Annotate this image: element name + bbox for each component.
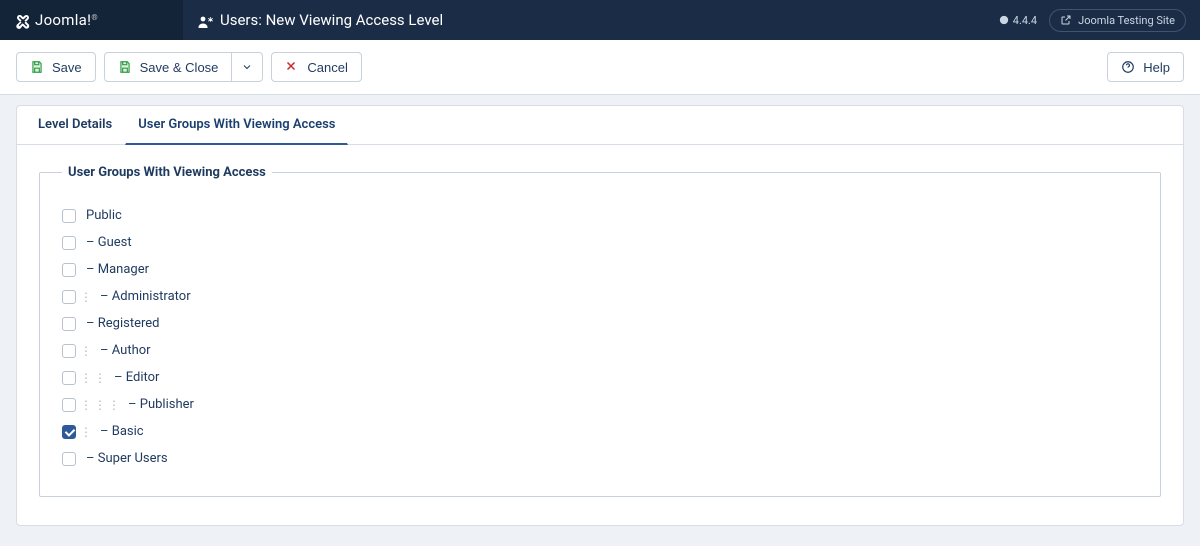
user-groups-fieldset: User Groups With Viewing Access Public – …	[39, 165, 1161, 497]
group-label: – Manager	[80, 262, 149, 277]
tab-panel-user-groups: User Groups With Viewing Access Public – …	[17, 145, 1183, 525]
group-label: Public	[80, 208, 122, 223]
group-label: – Registered	[80, 316, 160, 331]
external-link-icon	[1060, 14, 1072, 26]
group-label: – Super Users	[80, 451, 168, 466]
group-label: – Editor	[108, 370, 159, 385]
save-icon	[30, 60, 44, 74]
save-close-label: Save & Close	[140, 60, 219, 75]
group-checkbox[interactable]	[62, 371, 76, 385]
tree-indent-icon: ⋮	[80, 398, 90, 412]
group-checkbox[interactable]	[62, 452, 76, 466]
tree-indent-icon: ⋮	[108, 398, 118, 412]
joomla-mini-icon	[999, 15, 1009, 25]
save-label: Save	[52, 60, 82, 75]
save-close-group: Save & Close	[104, 52, 264, 82]
group-row[interactable]: – Registered	[62, 310, 1138, 337]
cancel-label: Cancel	[307, 60, 347, 75]
tree-indent-icon: ⋮	[80, 371, 90, 385]
group-checkbox[interactable]	[62, 344, 76, 358]
group-label: – Author	[94, 343, 151, 358]
topbar-right: 4.4.4 Joomla Testing Site	[999, 9, 1200, 32]
tree-indent-icon: ⋮	[80, 425, 90, 439]
close-icon	[285, 60, 299, 74]
group-row[interactable]: ⋮ – Author	[62, 337, 1138, 364]
tree-indent-icon: ⋮	[80, 344, 90, 358]
group-label: – Guest	[80, 235, 132, 250]
group-checkbox[interactable]	[62, 263, 76, 277]
group-checkbox[interactable]	[62, 290, 76, 304]
group-row[interactable]: ⋮ ⋮ ⋮ – Publisher	[62, 391, 1138, 418]
tab-user-groups[interactable]: User Groups With Viewing Access	[125, 106, 348, 145]
tree-indent-icon: ⋮	[94, 371, 104, 385]
toolbar: Save Save & Close Cancel Help	[0, 40, 1200, 95]
group-checkbox[interactable]	[62, 398, 76, 412]
group-checkbox[interactable]	[62, 236, 76, 250]
page-title: Users: New Viewing Access Level	[220, 11, 443, 29]
group-label: – Administrator	[94, 289, 191, 304]
group-row[interactable]: – Super Users	[62, 445, 1138, 472]
help-label: Help	[1143, 60, 1170, 75]
brand[interactable]: Joomla!®	[0, 0, 183, 40]
group-row[interactable]: – Manager	[62, 256, 1138, 283]
page-title-area: Users: New Viewing Access Level	[183, 11, 457, 29]
fieldset-legend: User Groups With Viewing Access	[62, 165, 272, 180]
help-button[interactable]: Help	[1107, 52, 1184, 82]
tree-indent-icon: ⋮	[80, 290, 90, 304]
brand-text: Joomla!®	[35, 11, 98, 29]
save-icon	[118, 60, 132, 74]
group-row[interactable]: – Guest	[62, 229, 1138, 256]
group-label: – Publisher	[122, 397, 194, 412]
topbar: Joomla!® Users: New Viewing Access Level…	[0, 0, 1200, 40]
version-text: 4.4.4	[1013, 14, 1037, 27]
tab-level-details[interactable]: Level Details	[25, 106, 125, 145]
joomla-logo-icon	[15, 13, 29, 27]
chevron-down-icon	[241, 61, 253, 73]
save-close-button[interactable]: Save & Close	[104, 52, 233, 82]
group-row[interactable]: ⋮ ⋮ – Editor	[62, 364, 1138, 391]
save-dropdown-toggle[interactable]	[232, 52, 263, 82]
frontend-link-text: Joomla Testing Site	[1078, 14, 1175, 27]
users-cog-icon	[197, 13, 211, 27]
group-row[interactable]: ⋮ – Basic	[62, 418, 1138, 445]
main-card: Level DetailsUser Groups With Viewing Ac…	[16, 105, 1184, 526]
group-checkbox[interactable]	[62, 317, 76, 331]
tree-indent-icon: ⋮	[94, 398, 104, 412]
help-icon	[1121, 60, 1135, 74]
group-checkbox[interactable]	[62, 209, 76, 223]
group-row[interactable]: ⋮ – Administrator	[62, 283, 1138, 310]
version-info[interactable]: 4.4.4	[999, 14, 1037, 27]
cancel-button[interactable]: Cancel	[271, 52, 361, 82]
group-checkbox[interactable]	[62, 425, 76, 439]
save-button[interactable]: Save	[16, 52, 96, 82]
group-row[interactable]: Public	[62, 202, 1138, 229]
frontend-link[interactable]: Joomla Testing Site	[1049, 9, 1186, 32]
group-label: – Basic	[94, 424, 144, 439]
tabs: Level DetailsUser Groups With Viewing Ac…	[17, 106, 1183, 145]
